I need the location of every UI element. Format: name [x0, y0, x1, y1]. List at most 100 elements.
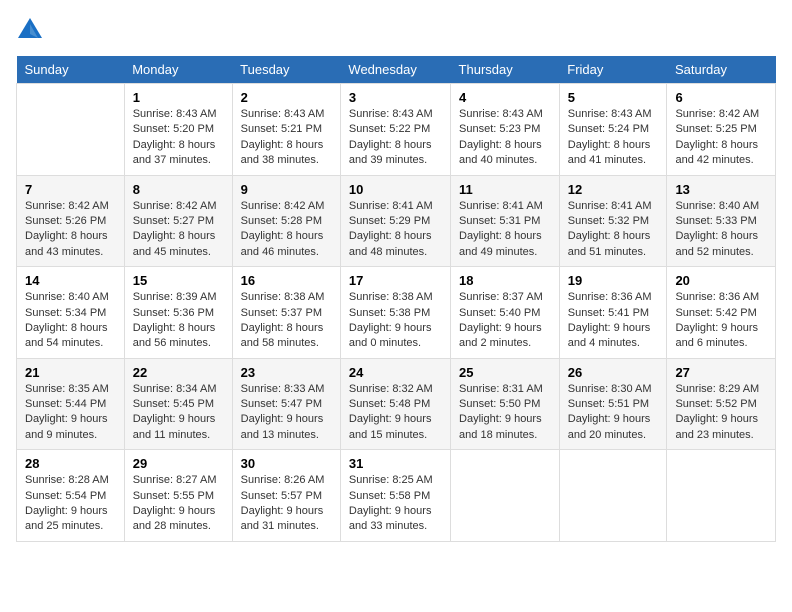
day-number: 21 — [25, 365, 116, 380]
calendar-cell — [451, 450, 560, 542]
day-number: 25 — [459, 365, 551, 380]
calendar-cell: 29 Sunrise: 8:27 AMSunset: 5:55 PMDayligh… — [124, 450, 232, 542]
day-info: Sunrise: 8:42 AMSunset: 5:27 PMDaylight:… — [133, 199, 224, 261]
day-info: Sunrise: 8:41 AMSunset: 5:31 PMDaylight:… — [459, 199, 551, 261]
day-number: 26 — [568, 365, 659, 380]
day-info: Sunrise: 8:26 AMSunset: 5:57 PMDaylight:… — [241, 473, 332, 535]
day-info: Sunrise: 8:43 AMSunset: 5:21 PMDaylight:… — [241, 107, 332, 169]
page-header — [16, 16, 776, 44]
day-number: 4 — [459, 90, 551, 105]
day-info: Sunrise: 8:40 AMSunset: 5:33 PMDaylight:… — [675, 199, 767, 261]
day-number: 13 — [675, 182, 767, 197]
day-number: 20 — [675, 273, 767, 288]
calendar-cell: 9 Sunrise: 8:42 AMSunset: 5:28 PMDaylight… — [232, 175, 340, 267]
day-info: Sunrise: 8:41 AMSunset: 5:32 PMDaylight:… — [568, 199, 659, 261]
calendar-cell: 16 Sunrise: 8:38 AMSunset: 5:37 PMDayligh… — [232, 267, 340, 359]
day-info: Sunrise: 8:28 AMSunset: 5:54 PMDaylight:… — [25, 473, 116, 535]
calendar-cell: 15 Sunrise: 8:39 AMSunset: 5:36 PMDayligh… — [124, 267, 232, 359]
day-info: Sunrise: 8:30 AMSunset: 5:51 PMDaylight:… — [568, 382, 659, 444]
calendar-cell: 10 Sunrise: 8:41 AMSunset: 5:29 PMDayligh… — [340, 175, 450, 267]
calendar-cell: 24 Sunrise: 8:32 AMSunset: 5:48 PMDayligh… — [340, 358, 450, 450]
calendar-cell: 4Sunrise: 8:43 AMSunset: 5:23 PMDaylight… — [451, 84, 560, 176]
calendar-cell: 23 Sunrise: 8:33 AMSunset: 5:47 PMDayligh… — [232, 358, 340, 450]
calendar-cell — [17, 84, 125, 176]
calendar-cell: 25 Sunrise: 8:31 AMSunset: 5:50 PMDayligh… — [451, 358, 560, 450]
day-info: Sunrise: 8:43 AMSunset: 5:20 PMDaylight:… — [133, 107, 224, 169]
day-number: 5 — [568, 90, 659, 105]
calendar-cell: 17 Sunrise: 8:38 AMSunset: 5:38 PMDayligh… — [340, 267, 450, 359]
day-number: 9 — [241, 182, 332, 197]
day-info: Sunrise: 8:33 AMSunset: 5:47 PMDaylight:… — [241, 382, 332, 444]
weekday-header-thursday: Thursday — [451, 56, 560, 84]
day-number: 14 — [25, 273, 116, 288]
calendar-cell: 18 Sunrise: 8:37 AMSunset: 5:40 PMDayligh… — [451, 267, 560, 359]
calendar-cell: 2 Sunrise: 8:43 AMSunset: 5:21 PMDaylight… — [232, 84, 340, 176]
calendar-cell: 20 Sunrise: 8:36 AMSunset: 5:42 PMDayligh… — [667, 267, 776, 359]
day-info: Sunrise: 8:34 AMSunset: 5:45 PMDaylight:… — [133, 382, 224, 444]
calendar-table: SundayMondayTuesdayWednesdayThursdayFrid… — [16, 56, 776, 542]
calendar-cell: 12 Sunrise: 8:41 AMSunset: 5:32 PMDayligh… — [559, 175, 667, 267]
day-info: Sunrise: 8:35 AMSunset: 5:44 PMDaylight:… — [25, 382, 116, 444]
day-number: 2 — [241, 90, 332, 105]
calendar-cell — [559, 450, 667, 542]
calendar-cell: 22 Sunrise: 8:34 AMSunset: 5:45 PMDayligh… — [124, 358, 232, 450]
calendar-cell: 13 Sunrise: 8:40 AMSunset: 5:33 PMDayligh… — [667, 175, 776, 267]
weekday-header-tuesday: Tuesday — [232, 56, 340, 84]
day-number: 31 — [349, 456, 442, 471]
day-number: 7 — [25, 182, 116, 197]
day-number: 30 — [241, 456, 332, 471]
logo-icon — [16, 16, 44, 44]
day-info: Sunrise: 8:43 AMSunset: 5:24 PMDaylight:… — [568, 107, 659, 169]
day-number: 12 — [568, 182, 659, 197]
calendar-cell: 21 Sunrise: 8:35 AMSunset: 5:44 PMDayligh… — [17, 358, 125, 450]
day-info: Sunrise: 8:27 AMSunset: 5:55 PMDaylight:… — [133, 473, 224, 535]
day-number: 3 — [349, 90, 442, 105]
calendar-cell: 3 Sunrise: 8:43 AMSunset: 5:22 PMDaylight… — [340, 84, 450, 176]
day-number: 10 — [349, 182, 442, 197]
day-number: 22 — [133, 365, 224, 380]
calendar-cell: 1 Sunrise: 8:43 AMSunset: 5:20 PMDaylight… — [124, 84, 232, 176]
weekday-header-monday: Monday — [124, 56, 232, 84]
day-number: 28 — [25, 456, 116, 471]
day-info: Sunrise: 8:38 AMSunset: 5:38 PMDaylight:… — [349, 290, 442, 352]
day-info: Sunrise: 8:25 AMSunset: 5:58 PMDaylight:… — [349, 473, 442, 535]
day-info: Sunrise: 8:37 AMSunset: 5:40 PMDaylight:… — [459, 290, 551, 352]
day-number: 27 — [675, 365, 767, 380]
calendar-cell: 8Sunrise: 8:42 AMSunset: 5:27 PMDaylight… — [124, 175, 232, 267]
calendar-cell: 30 Sunrise: 8:26 AMSunset: 5:57 PMDayligh… — [232, 450, 340, 542]
calendar-cell: 11 Sunrise: 8:41 AMSunset: 5:31 PMDayligh… — [451, 175, 560, 267]
calendar-cell: 28 Sunrise: 8:28 AMSunset: 5:54 PMDayligh… — [17, 450, 125, 542]
day-info: Sunrise: 8:42 AMSunset: 5:26 PMDaylight:… — [25, 199, 116, 261]
calendar-cell: 5 Sunrise: 8:43 AMSunset: 5:24 PMDaylight… — [559, 84, 667, 176]
calendar-cell — [667, 450, 776, 542]
day-info: Sunrise: 8:39 AMSunset: 5:36 PMDaylight:… — [133, 290, 224, 352]
day-info: Sunrise: 8:32 AMSunset: 5:48 PMDaylight:… — [349, 382, 442, 444]
day-info: Sunrise: 8:41 AMSunset: 5:29 PMDaylight:… — [349, 199, 442, 261]
day-info: Sunrise: 8:43 AMSunset: 5:22 PMDaylight:… — [349, 107, 442, 169]
day-info: Sunrise: 8:38 AMSunset: 5:37 PMDaylight:… — [241, 290, 332, 352]
day-number: 17 — [349, 273, 442, 288]
calendar-cell: 19 Sunrise: 8:36 AMSunset: 5:41 PMDayligh… — [559, 267, 667, 359]
day-number: 29 — [133, 456, 224, 471]
day-info: Sunrise: 8:42 AMSunset: 5:28 PMDaylight:… — [241, 199, 332, 261]
day-number: 15 — [133, 273, 224, 288]
day-number: 23 — [241, 365, 332, 380]
day-info: Sunrise: 8:36 AMSunset: 5:42 PMDaylight:… — [675, 290, 767, 352]
weekday-header-wednesday: Wednesday — [340, 56, 450, 84]
weekday-header-saturday: Saturday — [667, 56, 776, 84]
day-number: 11 — [459, 182, 551, 197]
day-number: 1 — [133, 90, 224, 105]
day-info: Sunrise: 8:31 AMSunset: 5:50 PMDaylight:… — [459, 382, 551, 444]
day-number: 16 — [241, 273, 332, 288]
day-number: 6 — [675, 90, 767, 105]
weekday-header-friday: Friday — [559, 56, 667, 84]
day-info: Sunrise: 8:29 AMSunset: 5:52 PMDaylight:… — [675, 382, 767, 444]
calendar-cell: 27 Sunrise: 8:29 AMSunset: 5:52 PMDayligh… — [667, 358, 776, 450]
day-number: 19 — [568, 273, 659, 288]
calendar-cell: 7 Sunrise: 8:42 AMSunset: 5:26 PMDaylight… — [17, 175, 125, 267]
day-number: 18 — [459, 273, 551, 288]
calendar-cell: 6Sunrise: 8:42 AMSunset: 5:25 PMDaylight… — [667, 84, 776, 176]
day-info: Sunrise: 8:36 AMSunset: 5:41 PMDaylight:… — [568, 290, 659, 352]
day-number: 24 — [349, 365, 442, 380]
calendar-cell: 26 Sunrise: 8:30 AMSunset: 5:51 PMDayligh… — [559, 358, 667, 450]
